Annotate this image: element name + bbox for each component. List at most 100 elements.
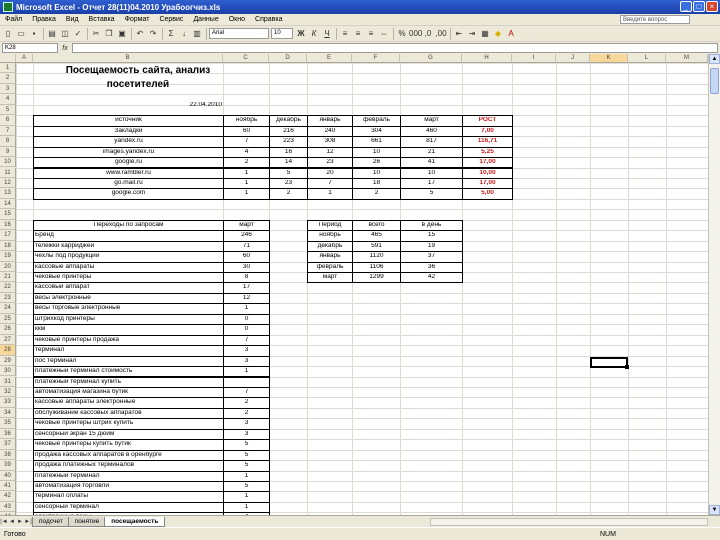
fill-color-icon[interactable]: ◆ <box>492 28 504 40</box>
row-header-28[interactable]: 28 <box>0 345 16 356</box>
sort-asc-icon[interactable]: ↓ <box>178 28 190 40</box>
help-question-input[interactable]: Введите вопрос <box>620 15 690 24</box>
row-header-20[interactable]: 20 <box>0 261 16 272</box>
row-header-22[interactable]: 22 <box>0 282 16 293</box>
save-icon[interactable]: ▪ <box>28 28 40 40</box>
open-icon[interactable]: ▭ <box>15 28 27 40</box>
row-header-18[interactable]: 18 <box>0 240 16 252</box>
menu-item-window[interactable]: Окно <box>224 16 250 23</box>
row-header-4[interactable]: 4 <box>0 94 16 105</box>
italic-button[interactable]: К <box>308 28 320 40</box>
scroll-thumb[interactable] <box>710 68 719 94</box>
row-header-12[interactable]: 12 <box>0 177 16 189</box>
increase-decimal-icon[interactable]: ,0 <box>422 28 434 40</box>
row-header-27[interactable]: 27 <box>0 334 16 346</box>
bold-button[interactable]: Ж <box>295 28 307 40</box>
row-header-11[interactable]: 11 <box>0 167 16 178</box>
row-header-26[interactable]: 26 <box>0 324 16 335</box>
menu-item-data[interactable]: Данные <box>188 16 223 23</box>
column-header-m[interactable]: M <box>666 54 708 63</box>
row-header-2[interactable]: 2 <box>0 73 16 84</box>
next-sheet-icon[interactable]: ► <box>16 517 24 527</box>
column-header-k[interactable]: K <box>590 54 628 63</box>
underline-button[interactable]: Ч <box>321 28 333 40</box>
last-sheet-icon[interactable]: ►| <box>24 517 32 527</box>
column-header-l[interactable]: L <box>628 54 666 63</box>
align-center-icon[interactable]: ≡ <box>352 28 364 40</box>
row-header-43[interactable]: 43 <box>0 501 16 513</box>
fill-handle[interactable] <box>625 365 629 369</box>
row-header-15[interactable]: 15 <box>0 209 16 220</box>
undo-icon[interactable]: ↶ <box>134 28 146 40</box>
font-color-icon[interactable]: A <box>505 28 517 40</box>
font-size-select[interactable]: 10 <box>271 28 293 39</box>
close-button[interactable]: × <box>706 1 718 12</box>
row-header-6[interactable]: 6 <box>0 115 16 126</box>
row-header-7[interactable]: 7 <box>0 125 16 137</box>
thousands-icon[interactable]: 000 <box>409 28 422 40</box>
spellcheck-icon[interactable]: ✓ <box>72 28 84 40</box>
vertical-scrollbar[interactable]: ▲ ▼ <box>708 54 720 515</box>
formula-input[interactable] <box>72 43 718 53</box>
row-header-32[interactable]: 32 <box>0 386 16 398</box>
row-header-37[interactable]: 37 <box>0 439 16 450</box>
row-header-39[interactable]: 39 <box>0 460 16 471</box>
column-header-a[interactable]: A <box>16 54 33 63</box>
merge-center-icon[interactable]: ⇔ <box>378 28 390 40</box>
column-header-f[interactable]: F <box>352 54 400 63</box>
row-header-19[interactable]: 19 <box>0 251 16 262</box>
row-header-25[interactable]: 25 <box>0 313 16 325</box>
row-header-29[interactable]: 29 <box>0 355 16 367</box>
scroll-up-icon[interactable]: ▲ <box>709 54 720 64</box>
cut-icon[interactable]: ✂ <box>90 28 102 40</box>
row-header-1[interactable]: 1 <box>0 63 16 74</box>
column-header-h[interactable]: H <box>462 54 512 63</box>
maximize-button[interactable]: □ <box>693 1 705 12</box>
row-header-36[interactable]: 36 <box>0 428 16 440</box>
sheet-tab-podschet[interactable]: подсчет <box>32 516 70 527</box>
menu-item-help[interactable]: Справка <box>250 16 287 23</box>
column-header-e[interactable]: E <box>307 54 352 63</box>
redo-icon[interactable]: ↷ <box>147 28 159 40</box>
chart-wizard-icon[interactable]: ▥ <box>191 28 203 40</box>
menu-item-format[interactable]: Формат <box>120 16 155 23</box>
column-header-b[interactable]: B <box>33 54 223 63</box>
row-header-38[interactable]: 38 <box>0 449 16 461</box>
row-header-13[interactable]: 13 <box>0 188 16 199</box>
row-header-41[interactable]: 41 <box>0 481 16 492</box>
new-icon[interactable]: ▯ <box>2 28 14 40</box>
row-header-16[interactable]: 16 <box>0 219 16 231</box>
column-header-c[interactable]: C <box>223 54 269 63</box>
first-sheet-icon[interactable]: |◄ <box>0 517 8 527</box>
row-header-42[interactable]: 42 <box>0 491 16 502</box>
row-header-30[interactable]: 30 <box>0 366 16 377</box>
minimize-button[interactable]: _ <box>680 1 692 12</box>
worksheet-grid[interactable]: Посещаемость сайта, анализ посетителей 2… <box>16 63 708 515</box>
column-header-g[interactable]: G <box>400 54 462 63</box>
sheet-tab-poseshchaemost[interactable]: посещаемость <box>104 516 166 527</box>
column-header-d[interactable]: D <box>269 54 307 63</box>
sheet-tab-ponyatie[interactable]: понятие <box>67 516 107 527</box>
column-header-i[interactable]: I <box>512 54 556 63</box>
borders-icon[interactable]: ▦ <box>479 28 491 40</box>
menu-item-view[interactable]: Вид <box>61 16 84 23</box>
menu-item-edit[interactable]: Правка <box>27 16 61 23</box>
function-icon[interactable]: fx <box>58 45 72 52</box>
font-name-select[interactable]: Arial <box>209 28 269 39</box>
row-header-21[interactable]: 21 <box>0 272 16 283</box>
autosum-icon[interactable]: Σ <box>165 28 177 40</box>
horizontal-scrollbar[interactable] <box>430 518 708 526</box>
row-header-14[interactable]: 14 <box>0 198 16 210</box>
indent-decrease-icon[interactable]: ⇤ <box>453 28 465 40</box>
row-header-9[interactable]: 9 <box>0 146 16 158</box>
scroll-down-icon[interactable]: ▼ <box>709 505 720 515</box>
percent-icon[interactable]: % <box>396 28 408 40</box>
align-left-icon[interactable]: ≡ <box>339 28 351 40</box>
row-header-17[interactable]: 17 <box>0 230 16 241</box>
menu-item-insert[interactable]: Вставка <box>84 16 120 23</box>
select-all-corner[interactable] <box>0 54 16 63</box>
active-cell-k28[interactable] <box>590 357 629 369</box>
row-header-23[interactable]: 23 <box>0 292 16 304</box>
row-header-3[interactable]: 3 <box>0 83 16 95</box>
indent-increase-icon[interactable]: ⇥ <box>466 28 478 40</box>
